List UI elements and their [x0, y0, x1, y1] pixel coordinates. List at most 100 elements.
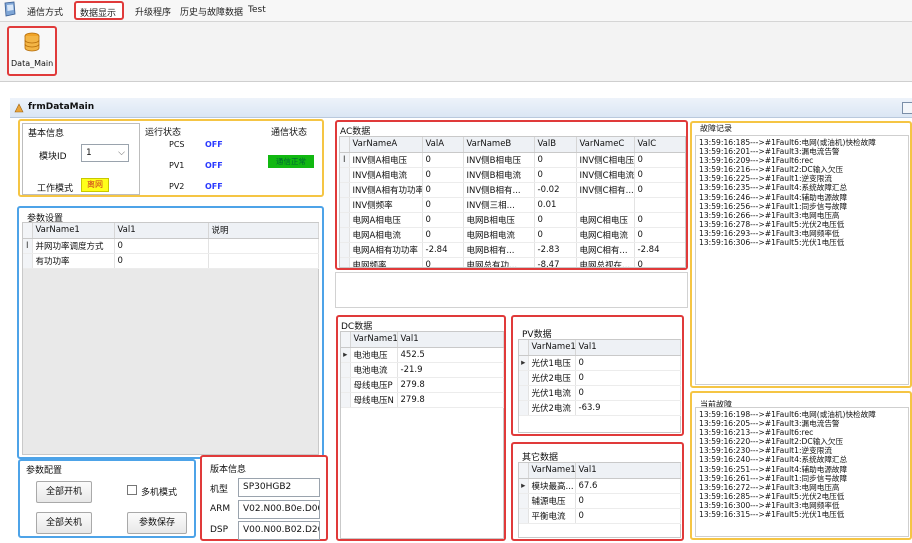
- table-cell[interactable]: 0: [634, 227, 685, 243]
- table-row[interactable]: ▸ 电池电压 452.5: [341, 347, 504, 363]
- table-row[interactable]: I INV侧A相电压 0 INV侧B相电压 0 INV侧C相电压 0: [340, 152, 685, 168]
- data-main-button[interactable]: Data_Main: [7, 26, 57, 76]
- table-cell[interactable]: -2.83: [534, 242, 577, 258]
- header-val[interactable]: Val1: [114, 223, 209, 239]
- cell-name[interactable]: 光伏1电流: [528, 385, 576, 401]
- table-cell[interactable]: INV侧B相电压: [463, 152, 535, 168]
- arm-version-field[interactable]: V02.N00.B0e.D00: [238, 500, 320, 519]
- table-cell[interactable]: 0: [634, 152, 685, 168]
- table-cell[interactable]: 电网C相有...: [576, 242, 635, 258]
- table-cell[interactable]: 0: [422, 182, 464, 198]
- table-cell[interactable]: INV侧C相电压: [576, 152, 635, 168]
- cell-name[interactable]: 电池电流: [350, 362, 398, 378]
- cell-value[interactable]: 279.8: [397, 392, 504, 408]
- stop-all-button[interactable]: 全部关机: [36, 512, 92, 534]
- cell-desc[interactable]: [208, 253, 319, 269]
- table-cell[interactable]: 0: [534, 167, 577, 183]
- cell-name[interactable]: 并网功率调度方式: [32, 238, 115, 254]
- table-cell[interactable]: 电网A相电压: [349, 212, 423, 228]
- cell-value[interactable]: -63.9: [575, 400, 681, 416]
- header-val[interactable]: Val1: [397, 332, 504, 348]
- cell-name[interactable]: 母线电压N: [350, 392, 398, 408]
- table-row[interactable]: 电网A相电流 0 电网B相电流 0 电网C相电流 0: [340, 227, 685, 243]
- table-cell[interactable]: 电网总视在...: [576, 257, 635, 267]
- table-cell[interactable]: INV侧三相...: [463, 197, 535, 213]
- table-row[interactable]: 辅源电压 0: [519, 493, 681, 509]
- header-varname-c[interactable]: VarNameC: [576, 137, 635, 153]
- cell-value[interactable]: 0: [575, 385, 681, 401]
- fault-record-textbox[interactable]: 13:59:16:185--->#1Fault6:电网(或油机)快检故障 13:5…: [695, 135, 909, 385]
- table-row[interactable]: 电网A相电压 0 电网B相电压 0 电网C相电压 0: [340, 212, 685, 228]
- header-val-a[interactable]: ValA: [422, 137, 464, 153]
- tab-upgrade[interactable]: 升级程序: [135, 5, 171, 18]
- cell-desc[interactable]: [208, 238, 319, 254]
- table-cell[interactable]: INV侧C相电流: [576, 167, 635, 183]
- header-val-c[interactable]: ValC: [634, 137, 685, 153]
- dsp-version-field[interactable]: V00.N00.B02.D20: [238, 521, 320, 540]
- table-row[interactable]: 平衡电流 0: [519, 508, 681, 524]
- start-all-button[interactable]: 全部开机: [36, 481, 92, 503]
- table-row[interactable]: INV侧A相有功功率 0 INV侧B相有... -0.02 INV侧C相有... 0: [340, 182, 685, 198]
- header-varname[interactable]: VarName1: [350, 332, 398, 348]
- cell-name[interactable]: 光伏2电流: [528, 400, 576, 416]
- save-params-button[interactable]: 参数保存: [127, 512, 187, 534]
- cell-name[interactable]: 母线电压P: [350, 377, 398, 393]
- header-varname[interactable]: VarName1: [528, 463, 576, 479]
- minimize-button[interactable]: [902, 102, 912, 114]
- cell-value[interactable]: -21.9: [397, 362, 504, 378]
- table-cell[interactable]: 电网C相电压: [576, 212, 635, 228]
- table-cell[interactable]: INV侧A相电流: [349, 167, 423, 183]
- table-cell[interactable]: 0: [422, 227, 464, 243]
- tab-comm-mode[interactable]: 通信方式: [27, 5, 63, 18]
- table-cell[interactable]: INV侧B相电流: [463, 167, 535, 183]
- table-row[interactable]: ▸ 模块最高... 67.6: [519, 478, 681, 494]
- table-row[interactable]: 电网A相有功功率 -2.84 电网B相有... -2.83 电网C相有... -2.84: [340, 242, 685, 258]
- tab-history-fault[interactable]: 历史与故障数据: [180, 5, 243, 18]
- table-cell[interactable]: 电网A相有功功率: [349, 242, 423, 258]
- table-cell[interactable]: -8.47: [534, 257, 577, 267]
- tab-data-display[interactable]: 数据显示: [74, 1, 124, 20]
- table-row[interactable]: INV侧频率 0 INV侧三相... 0.01: [340, 197, 685, 213]
- table-row[interactable]: 光伏1电流 0: [519, 385, 681, 401]
- table-cell[interactable]: INV侧B相有...: [463, 182, 535, 198]
- table-cell[interactable]: 电网B相电压: [463, 212, 535, 228]
- table-row[interactable]: 光伏2电流 -63.9: [519, 400, 681, 416]
- table-cell[interactable]: 0: [534, 152, 577, 168]
- table-cell[interactable]: 0: [422, 212, 464, 228]
- header-val-b[interactable]: ValB: [534, 137, 577, 153]
- header-varname-b[interactable]: VarNameB: [463, 137, 535, 153]
- table-row[interactable]: 电网频率 0 电网总有功... -8.47 电网总视在... 0: [340, 257, 685, 267]
- table-row[interactable]: 电池电流 -21.9: [341, 362, 504, 378]
- cell-value[interactable]: 67.6: [575, 478, 681, 494]
- header-varname[interactable]: VarName1: [32, 223, 115, 239]
- table-row[interactable]: 母线电压P 279.8: [341, 377, 504, 393]
- table-cell[interactable]: 0: [634, 182, 685, 198]
- multi-mode-checkbox[interactable]: [127, 485, 137, 495]
- table-row[interactable]: 母线电压N 279.8: [341, 392, 504, 408]
- cell-value[interactable]: 0: [575, 493, 681, 509]
- table-cell[interactable]: 电网频率: [349, 257, 423, 267]
- header-desc[interactable]: 说明: [208, 223, 319, 239]
- table-cell[interactable]: 电网C相电流: [576, 227, 635, 243]
- table-row[interactable]: ▸ 光伏1电压 0: [519, 355, 681, 371]
- table-row[interactable]: INV侧A相电流 0 INV侧B相电流 0 INV侧C相电流 0: [340, 167, 685, 183]
- tab-test[interactable]: Test: [248, 5, 266, 15]
- model-field[interactable]: SP30HGB2: [238, 478, 320, 497]
- cell-value[interactable]: 0: [575, 508, 681, 524]
- header-val[interactable]: Val1: [575, 340, 681, 356]
- table-cell[interactable]: -0.02: [534, 182, 577, 198]
- app-icon[interactable]: [3, 1, 17, 17]
- cell-name[interactable]: 平衡电流: [528, 508, 576, 524]
- current-fault-textbox[interactable]: 13:59:16:198--->#1Fault6:电网(或油机)快检故障 13:5…: [695, 407, 909, 537]
- header-varname-a[interactable]: VarNameA: [349, 137, 423, 153]
- cell-name[interactable]: 光伏1电压: [528, 355, 576, 371]
- table-cell[interactable]: -2.84: [634, 242, 685, 258]
- cell-name[interactable]: 辅源电压: [528, 493, 576, 509]
- table-row[interactable]: 有功功率 0: [23, 253, 319, 269]
- cell-value[interactable]: 0: [575, 355, 681, 371]
- table-cell[interactable]: 0: [634, 212, 685, 228]
- table-row[interactable]: I 并网功率调度方式 0: [23, 238, 319, 254]
- table-cell[interactable]: 电网A相电流: [349, 227, 423, 243]
- table-cell[interactable]: 0: [534, 212, 577, 228]
- table-cell[interactable]: 0: [422, 167, 464, 183]
